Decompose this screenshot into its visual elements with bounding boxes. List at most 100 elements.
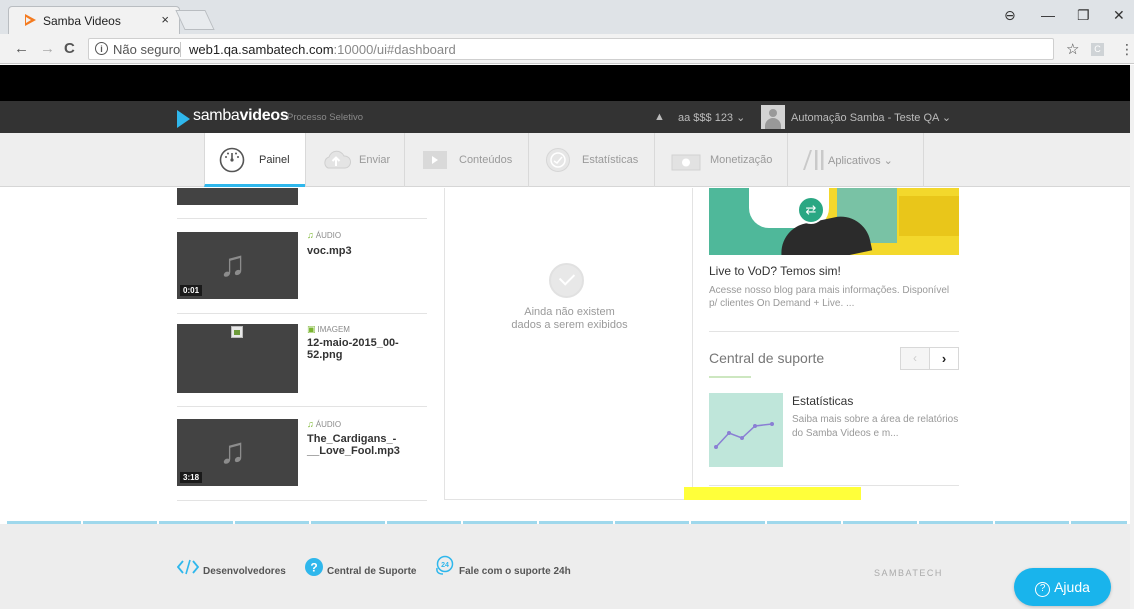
logo[interactable]: sambavideos — [193, 107, 289, 125]
tab-close-icon[interactable]: × — [161, 12, 169, 27]
support-24h-link[interactable]: Fale com o suporte 24h — [459, 566, 571, 577]
image-icon: ▣ — [307, 324, 316, 334]
address-separator — [180, 42, 181, 57]
tab-aplicativos[interactable]: Aplicativos ⌄ — [787, 133, 924, 187]
media-name[interactable]: The_Cardigans_-__Love_Fool.mp3 — [307, 433, 417, 457]
new-tab-button[interactable] — [175, 10, 215, 30]
help-button-label: Ajuda — [1054, 579, 1090, 595]
developers-link[interactable]: Desenvolvedores — [203, 566, 286, 577]
line-chart-icon — [714, 422, 774, 449]
blog-banner-image[interactable]: ⇄ — [709, 188, 959, 255]
media-type-text: IMAGEM — [317, 325, 350, 334]
browser-tab-bar: Samba Videos × ⊖ — ❐ ✕ — [0, 0, 1134, 34]
main-nav: Painel Enviar Conteúdos Estatísticas Mon… — [0, 133, 1130, 187]
media-name[interactable]: 12-maio-2015_00-52.png — [307, 337, 417, 361]
account-selector[interactable]: aa $$$ 123 ⌄ — [678, 111, 745, 124]
question-icon: ? — [1035, 582, 1051, 597]
bookmark-star-icon[interactable]: ☆ — [1066, 40, 1079, 58]
help-circle-icon: ? — [305, 558, 323, 576]
media-thumbnail[interactable] — [177, 324, 298, 393]
media-type-label: ♫ ÁUDIO — [307, 419, 341, 429]
list-divider — [177, 406, 427, 407]
broken-image-icon — [231, 326, 243, 338]
media-thumbnail[interactable]: ♫ 3:18 — [177, 419, 298, 486]
sambatech-brand: SAMBATECH — [874, 568, 943, 578]
media-type-label: ♫ ÁUDIO — [307, 230, 341, 240]
blog-description: Acesse nosso blog para mais informações.… — [709, 285, 950, 309]
logo-bold: videos — [239, 107, 289, 124]
blog-title[interactable]: Live to VoD? Temos sim! — [709, 264, 841, 278]
audio-icon: ♫ — [307, 419, 314, 429]
user-menu[interactable]: Automação Samba - Teste QA ⌄ — [791, 111, 951, 124]
money-icon — [671, 154, 701, 171]
music-note-icon: ♫ — [219, 243, 246, 284]
reload-icon[interactable]: C — [64, 40, 75, 57]
empty-message: Ainda não existem dados a serem exibidos — [465, 306, 674, 332]
list-divider — [177, 218, 427, 219]
media-type-text: ÁUDIO — [315, 420, 342, 429]
info-icon[interactable]: i — [95, 42, 108, 55]
banner-shape — [899, 196, 959, 236]
support-center-link[interactable]: Central de Suporte — [327, 566, 416, 577]
address-bar[interactable]: i Não seguro web1.qa.sambatech.com:10000… — [88, 38, 1054, 60]
dashboard-icon — [219, 147, 245, 173]
media-duration: 0:01 — [180, 285, 203, 296]
support-underline — [709, 376, 751, 378]
back-icon[interactable]: ← — [14, 40, 29, 57]
empty-line-2: dados a serem exibidos — [511, 319, 628, 331]
section-divider — [709, 331, 959, 332]
close-window-icon[interactable]: ✕ — [1113, 7, 1125, 24]
tab-label: Aplicativos ⌄ — [828, 155, 893, 167]
media-name[interactable]: voc.mp3 — [307, 245, 417, 257]
top-black-band — [0, 65, 1130, 101]
svg-text:24: 24 — [441, 562, 449, 569]
next-button[interactable]: › — [930, 348, 958, 369]
tab-estatisticas[interactable]: Estatísticas — [528, 133, 654, 187]
prev-button[interactable]: ‹ — [901, 348, 930, 369]
url-host: web1.qa.sambatech.com — [189, 42, 334, 57]
support-title: Central de suporte — [709, 350, 825, 366]
section-divider — [709, 485, 959, 486]
tab-conteudos[interactable]: Conteúdos — [404, 133, 528, 187]
page-scrollbar[interactable] — [1130, 65, 1134, 609]
stats-icon — [546, 148, 570, 172]
media-thumbnail[interactable] — [177, 188, 298, 205]
switch-arrows-icon: ⇄ — [797, 196, 825, 224]
yellow-highlight-mark — [684, 487, 861, 500]
browser-menu-icon[interactable]: ⋮ — [1120, 41, 1134, 58]
maximize-icon[interactable]: ❐ — [1077, 7, 1090, 24]
tab-painel[interactable]: Painel — [204, 133, 305, 187]
play-folder-icon — [423, 151, 447, 169]
url-path: :10000/ui#dashboard — [333, 42, 456, 57]
media-type-label: ▣ IMAGEM — [307, 324, 350, 335]
tab-monetizacao[interactable]: Monetização — [654, 133, 787, 187]
tab-label: Enviar — [359, 154, 391, 166]
apps-icon — [803, 150, 824, 170]
tab-enviar[interactable]: Enviar — [305, 133, 404, 187]
support-card-description: Saiba mais sobre a área de relatórios do… — [792, 414, 959, 439]
media-thumbnail[interactable]: ♫ 0:01 — [177, 232, 298, 299]
empty-line-1: Ainda não existem — [524, 306, 615, 318]
help-button[interactable]: ? Ajuda — [1014, 568, 1111, 606]
tab-label: Estatísticas — [582, 154, 639, 166]
support-card-title[interactable]: Estatísticas — [792, 394, 853, 408]
bell-icon[interactable]: ▲ — [654, 111, 665, 123]
stats-empty-panel: Ainda não existem dados a serem exibidos — [444, 188, 693, 500]
stats-card-thumbnail[interactable] — [709, 393, 783, 467]
browser-tab-title: Samba Videos — [43, 14, 121, 28]
header-subtitle: Processo Seletivo — [287, 112, 364, 123]
not-secure-label: Não seguro — [113, 42, 181, 57]
minimize-icon[interactable]: — — [1041, 7, 1055, 23]
avatar[interactable] — [761, 105, 785, 129]
support-pager: ‹ › — [900, 347, 959, 370]
extension-icon[interactable]: C — [1091, 43, 1104, 56]
tab-label: Painel — [259, 154, 290, 166]
profile-icon[interactable]: ⊖ — [1004, 7, 1016, 24]
browser-tab[interactable]: Samba Videos × — [8, 6, 180, 34]
empty-check-icon — [549, 263, 584, 298]
tab-label: Conteúdos — [459, 154, 513, 166]
list-divider — [177, 313, 427, 314]
forward-icon[interactable]: → — [40, 40, 55, 57]
svg-text:?: ? — [310, 561, 317, 575]
samba-favicon-icon — [25, 14, 36, 26]
